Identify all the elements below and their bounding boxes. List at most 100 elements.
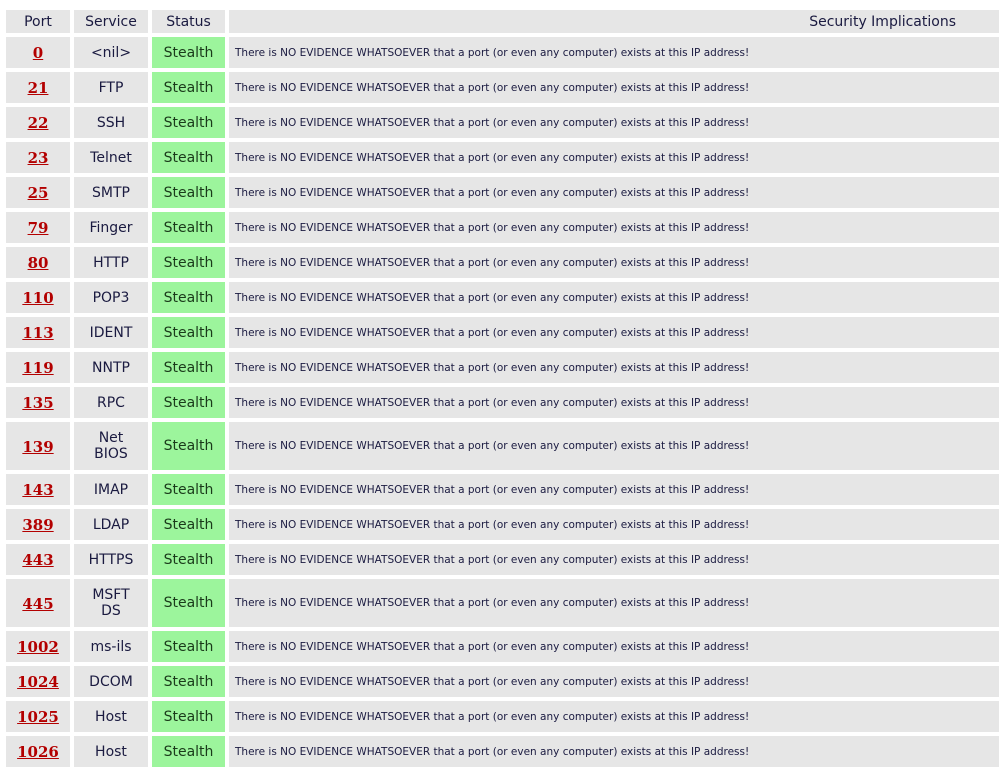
- port-cell: 139: [6, 422, 70, 470]
- table-row: 110 POP3 Stealth There is NO EVIDENCE WHATS…: [6, 282, 999, 313]
- port-link[interactable]: 389: [22, 516, 53, 534]
- port-link[interactable]: 80: [28, 254, 49, 272]
- service-cell: IMAP: [74, 474, 148, 505]
- table-row: 22 SSH Stealth There is NO EVIDENCE WHATSOE…: [6, 107, 999, 138]
- status-badge: Stealth: [152, 666, 225, 697]
- table-row: 1026 Host Stealth There is NO EVIDENCE WHAT…: [6, 736, 999, 767]
- table-row: 1002 ms-ils Stealth There is NO EVIDENCE WH…: [6, 631, 999, 662]
- status-badge: Stealth: [152, 317, 225, 348]
- port-link[interactable]: 1002: [17, 638, 59, 656]
- port-cell: 25: [6, 177, 70, 208]
- port-link[interactable]: 143: [22, 481, 53, 499]
- port-link[interactable]: 443: [22, 551, 53, 569]
- service-cell: LDAP: [74, 509, 148, 540]
- port-cell: 1002: [6, 631, 70, 662]
- service-cell: Finger: [74, 212, 148, 243]
- table-row: 445 MSFT DS Stealth There is NO EVIDENCE WHA…: [6, 579, 999, 627]
- table-row: 135 RPC Stealth There is NO EVIDENCE WHATSO…: [6, 387, 999, 418]
- table-row: 25 SMTP Stealth There is NO EVIDENCE WHATSO…: [6, 177, 999, 208]
- port-cell: 110: [6, 282, 70, 313]
- port-cell: 22: [6, 107, 70, 138]
- table-row: 1025 Host Stealth There is NO EVIDENCE WHAT…: [6, 701, 999, 732]
- service-cell: Host: [74, 701, 148, 732]
- port-cell: 1024: [6, 666, 70, 697]
- security-implication-cell: There is NO EVIDENCE WHATSOEVER that a p…: [229, 107, 999, 138]
- port-link[interactable]: 0: [33, 44, 43, 62]
- service-column-header: Service: [74, 10, 148, 33]
- port-link[interactable]: 135: [22, 394, 53, 412]
- status-column-header: Status: [152, 10, 225, 33]
- table-row: 0 <nil> Stealth There is NO EVIDENCE WHATSO…: [6, 37, 999, 68]
- service-cell: RPC: [74, 387, 148, 418]
- port-link[interactable]: 1024: [17, 673, 59, 691]
- implications-column-header: Security Implications: [229, 10, 999, 33]
- security-implication-cell: There is NO EVIDENCE WHATSOEVER that a p…: [229, 736, 999, 767]
- service-cell: Host: [74, 736, 148, 767]
- security-implication-cell: There is NO EVIDENCE WHATSOEVER that a p…: [229, 474, 999, 505]
- service-line: BIOS: [94, 446, 128, 462]
- security-implication-cell: There is NO EVIDENCE WHATSOEVER that a p…: [229, 544, 999, 575]
- service-cell: DCOM: [74, 666, 148, 697]
- status-badge: Stealth: [152, 474, 225, 505]
- port-cell: 79: [6, 212, 70, 243]
- status-badge: Stealth: [152, 212, 225, 243]
- table-header-row: Port Service Status Security Implication…: [6, 10, 999, 33]
- port-cell: 119: [6, 352, 70, 383]
- port-cell: 389: [6, 509, 70, 540]
- port-cell: 1026: [6, 736, 70, 767]
- port-link[interactable]: 139: [22, 438, 53, 456]
- port-link[interactable]: 25: [28, 184, 49, 202]
- status-badge: Stealth: [152, 544, 225, 575]
- table-row: 79 Finger Stealth There is NO EVIDENCE WHAT…: [6, 212, 999, 243]
- status-badge: Stealth: [152, 142, 225, 173]
- port-link[interactable]: 1025: [17, 708, 59, 726]
- port-link[interactable]: 445: [22, 595, 53, 613]
- port-cell: 23: [6, 142, 70, 173]
- service-cell: IDENT: [74, 317, 148, 348]
- port-column-header: Port: [6, 10, 70, 33]
- port-link[interactable]: 113: [22, 324, 53, 342]
- service-cell: <nil>: [74, 37, 148, 68]
- port-link[interactable]: 23: [28, 149, 49, 167]
- status-badge: Stealth: [152, 107, 225, 138]
- security-implication-cell: There is NO EVIDENCE WHATSOEVER that a p…: [229, 666, 999, 697]
- security-implication-cell: There is NO EVIDENCE WHATSOEVER that a p…: [229, 422, 999, 470]
- port-cell: 113: [6, 317, 70, 348]
- table-row: 443 HTTPS Stealth There is NO EVIDENCE WHAT…: [6, 544, 999, 575]
- status-badge: Stealth: [152, 387, 225, 418]
- port-cell: 135: [6, 387, 70, 418]
- status-badge: Stealth: [152, 72, 225, 103]
- status-badge: Stealth: [152, 579, 225, 627]
- service-cell: Net BIOS: [74, 422, 148, 470]
- security-implication-cell: There is NO EVIDENCE WHATSOEVER that a p…: [229, 352, 999, 383]
- service-cell: MSFT DS: [74, 579, 148, 627]
- status-badge: Stealth: [152, 247, 225, 278]
- security-implication-cell: There is NO EVIDENCE WHATSOEVER that a p…: [229, 247, 999, 278]
- port-status-table: Port Service Status Security Implication…: [2, 6, 999, 771]
- port-link[interactable]: 79: [28, 219, 49, 237]
- security-implication-cell: There is NO EVIDENCE WHATSOEVER that a p…: [229, 387, 999, 418]
- port-link[interactable]: 119: [22, 359, 53, 377]
- security-implication-cell: There is NO EVIDENCE WHATSOEVER that a p…: [229, 579, 999, 627]
- service-line: Net: [98, 430, 124, 446]
- port-link[interactable]: 21: [28, 79, 49, 97]
- status-badge: Stealth: [152, 701, 225, 732]
- service-line: MSFT: [92, 587, 130, 603]
- table-row: 143 IMAP Stealth There is NO EVIDENCE WHATS…: [6, 474, 999, 505]
- status-badge: Stealth: [152, 37, 225, 68]
- port-cell: 445: [6, 579, 70, 627]
- port-cell: 443: [6, 544, 70, 575]
- status-badge: Stealth: [152, 352, 225, 383]
- port-cell: 80: [6, 247, 70, 278]
- status-badge: Stealth: [152, 422, 225, 470]
- service-cell: HTTPS: [74, 544, 148, 575]
- port-link[interactable]: 110: [22, 289, 53, 307]
- service-cell: SSH: [74, 107, 148, 138]
- port-link[interactable]: 22: [28, 114, 49, 132]
- port-link[interactable]: 1026: [17, 743, 59, 761]
- security-implication-cell: There is NO EVIDENCE WHATSOEVER that a p…: [229, 282, 999, 313]
- security-implication-cell: There is NO EVIDENCE WHATSOEVER that a p…: [229, 631, 999, 662]
- security-implication-cell: There is NO EVIDENCE WHATSOEVER that a p…: [229, 142, 999, 173]
- table-row: 113 IDENT Stealth There is NO EVIDENCE WHAT…: [6, 317, 999, 348]
- status-badge: Stealth: [152, 177, 225, 208]
